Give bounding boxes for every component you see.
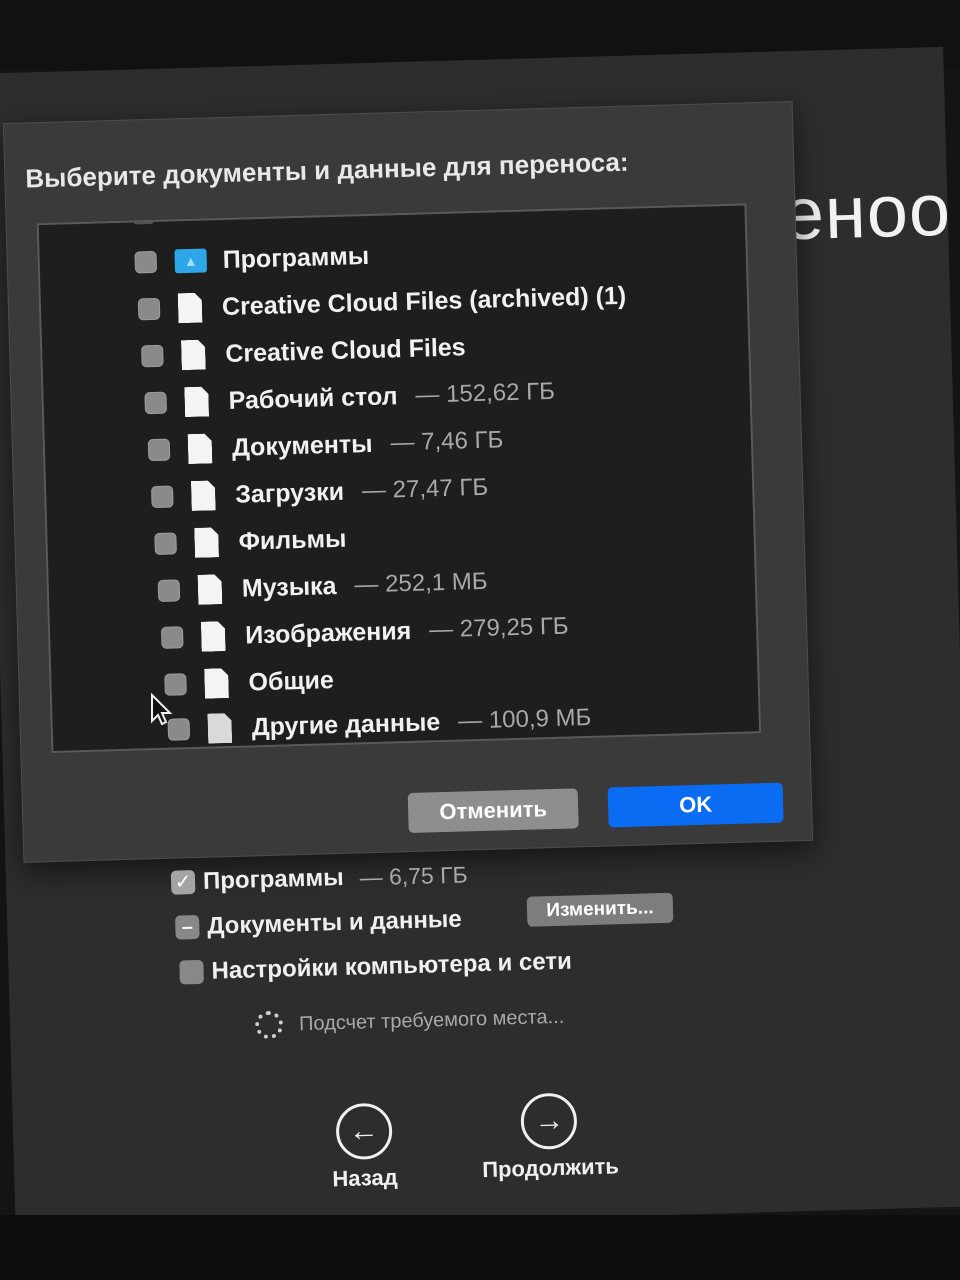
option-settings[interactable]: Настройки компьютера и сети bbox=[179, 948, 572, 987]
calculating-text: Подсчет требуемого места... bbox=[298, 1005, 565, 1035]
item-checkbox[interactable] bbox=[147, 438, 171, 462]
settings-checkbox[interactable] bbox=[179, 959, 204, 985]
arrow-left-icon[interactable]: ← bbox=[334, 1102, 393, 1161]
list-item[interactable]: Документы — 7,46 ГБ bbox=[147, 418, 504, 472]
migration-assistant-window: еноо Выберите документы и данные для пер… bbox=[0, 46, 960, 1234]
item-checkbox[interactable] bbox=[157, 579, 181, 602]
spinner-icon bbox=[254, 1010, 284, 1040]
app-folder-icon: ▲ bbox=[174, 248, 208, 274]
list-item[interactable]: Общие bbox=[164, 658, 352, 707]
item-size: — 252,1 МБ bbox=[354, 567, 488, 599]
item-checkbox[interactable] bbox=[144, 391, 167, 415]
back-label: Назад bbox=[332, 1164, 399, 1192]
item-label: Изображения bbox=[244, 616, 412, 650]
settings-label: Настройки компьютера и сети bbox=[211, 947, 573, 985]
item-size: — 100,9 МБ bbox=[457, 703, 592, 735]
continue-label: Продолжить bbox=[481, 1153, 620, 1183]
item-label: Creative Cloud Files bbox=[224, 332, 466, 368]
hidden-row-checkbox bbox=[133, 213, 154, 225]
item-label: Фильмы bbox=[238, 524, 347, 556]
item-label: Общие bbox=[248, 665, 335, 696]
list-item[interactable]: Загрузки — 27,47 ГБ bbox=[151, 466, 489, 519]
apps-size: — 6,75 ГБ bbox=[359, 860, 469, 890]
item-size: — 27,47 ГБ bbox=[361, 473, 489, 505]
change-button[interactable]: Изменить... bbox=[526, 892, 674, 927]
other-data-icon bbox=[207, 713, 232, 744]
item-label: Документы bbox=[231, 429, 373, 462]
file-icon bbox=[194, 527, 219, 558]
list-item[interactable]: Creative Cloud Files bbox=[141, 325, 484, 379]
item-size: — 279,25 ГБ bbox=[428, 612, 569, 644]
item-label: Музыка bbox=[241, 571, 337, 603]
option-apps[interactable]: ✓ Программы — 6,75 ГБ bbox=[170, 860, 469, 896]
select-data-sheet: Выберите документы и данные для переноса… bbox=[2, 101, 814, 863]
file-icon bbox=[181, 340, 206, 371]
apps-checkbox[interactable]: ✓ bbox=[170, 870, 196, 895]
list-item[interactable]: Рабочий стол — 152,62 ГБ bbox=[144, 370, 555, 425]
continue-button[interactable]: → Продолжить bbox=[480, 1091, 619, 1183]
file-icon bbox=[188, 433, 213, 464]
item-size: — 7,46 ГБ bbox=[390, 426, 504, 457]
item-size: — 152,62 ГБ bbox=[415, 377, 556, 409]
file-icon bbox=[204, 668, 229, 699]
item-checkbox[interactable] bbox=[134, 250, 158, 274]
list-item[interactable]: ▲ Программы bbox=[134, 233, 388, 284]
sheet-title: Выберите документы и данные для переноса… bbox=[24, 146, 629, 194]
item-label: Creative Cloud Files (archived) (1) bbox=[221, 281, 627, 321]
list-item[interactable]: Изображения — 279,25 ГБ bbox=[160, 605, 570, 660]
documents-checkbox[interactable]: – bbox=[175, 914, 200, 940]
item-checkbox[interactable] bbox=[154, 532, 177, 556]
back-button[interactable]: ← Назад bbox=[330, 1102, 399, 1193]
item-label: Рабочий стол bbox=[228, 381, 398, 415]
ok-button[interactable]: OK bbox=[607, 782, 784, 828]
option-documents[interactable]: – Документы и данные bbox=[175, 906, 462, 942]
item-label: Загрузки bbox=[234, 477, 345, 509]
item-checkbox[interactable] bbox=[137, 297, 161, 321]
file-icon bbox=[198, 574, 223, 605]
item-checkbox[interactable] bbox=[151, 485, 174, 509]
monitor-bezel-bottom bbox=[0, 1215, 960, 1280]
list-item[interactable]: Музыка — 252,1 МБ bbox=[157, 560, 488, 613]
item-label: Программы bbox=[222, 241, 370, 274]
background-title: еноо bbox=[781, 167, 953, 256]
folder-list[interactable]: ▲ Программы Creative Cloud Files (archiv… bbox=[36, 203, 762, 754]
documents-label: Документы и данные bbox=[206, 905, 463, 940]
file-icon bbox=[184, 386, 209, 417]
apps-label: Программы bbox=[202, 863, 344, 895]
mouse-cursor-icon bbox=[151, 693, 173, 726]
item-checkbox[interactable] bbox=[141, 344, 164, 368]
calculating-status: Подсчет требуемого места... bbox=[254, 1003, 565, 1040]
item-label: Другие данные bbox=[251, 707, 441, 741]
file-icon bbox=[201, 621, 226, 652]
list-item[interactable]: Фильмы bbox=[154, 516, 365, 566]
item-checkbox[interactable] bbox=[160, 626, 184, 649]
file-icon bbox=[178, 293, 203, 324]
arrow-right-icon[interactable]: → bbox=[520, 1092, 579, 1151]
cancel-button[interactable]: Отменить bbox=[407, 788, 579, 834]
file-icon bbox=[191, 480, 216, 511]
